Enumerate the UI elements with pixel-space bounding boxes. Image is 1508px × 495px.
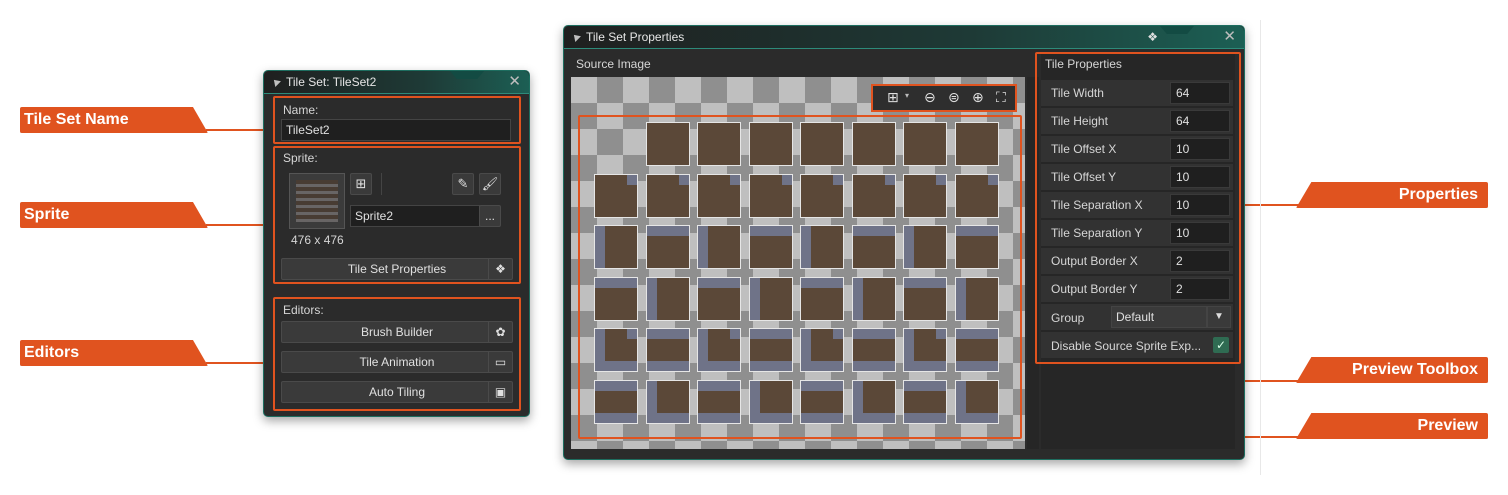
callout-line <box>1242 204 1302 206</box>
source-image-label: Source Image <box>576 57 651 71</box>
new-sprite-button[interactable]: ⊞ <box>350 173 372 195</box>
dropdown-arrow-icon[interactable]: ▾ <box>905 91 909 100</box>
tileset-properties-button[interactable]: Tile Set Properties ❖ <box>281 258 513 280</box>
group-select[interactable]: Default <box>1111 306 1207 328</box>
property-name: Tile Height <box>1051 114 1108 128</box>
sprite-thumbnail[interactable] <box>289 173 345 229</box>
sprite-image <box>296 180 338 222</box>
zoom-reset-icon[interactable]: ⊜ <box>948 89 960 106</box>
preview-toolbox: ⊞ ▾ ⊖ ⊜ ⊕ ⛶ <box>871 84 1017 112</box>
callout-editors: Editors <box>20 340 208 366</box>
property-row: Tile Width 64 <box>1041 80 1233 106</box>
callout-tile-set-name: Tile Set Name <box>20 107 208 133</box>
grid-icon[interactable]: ⊞ <box>887 89 899 106</box>
name-input[interactable]: TileSet2 <box>281 119 511 141</box>
separator <box>1260 20 1261 475</box>
property-row: Tile Separation Y 10 <box>1041 220 1233 246</box>
property-value-input[interactable]: 64 <box>1170 110 1230 132</box>
collapse-icon[interactable] <box>571 32 581 42</box>
disable-source-label: Disable Source Sprite Exp... <box>1051 339 1202 353</box>
property-name: Output Border X <box>1051 254 1138 268</box>
property-name: Tile Separation X <box>1051 198 1143 212</box>
zoom-in-icon[interactable]: ⊕ <box>972 89 984 106</box>
button-label: Brush Builder <box>360 325 434 339</box>
callout-sprite: Sprite <box>20 202 208 228</box>
close-icon[interactable]: ✕ <box>1223 26 1236 48</box>
preview-highlight <box>578 115 1022 439</box>
property-value-input[interactable]: 2 <box>1170 250 1230 272</box>
diamond-icon: ❖ <box>488 259 512 279</box>
property-row: Output Border X 2 <box>1041 248 1233 274</box>
diamond-icon: ❖ <box>1147 30 1158 44</box>
dropdown-arrow-icon[interactable]: ▼ <box>1207 306 1231 328</box>
sprite-name-field[interactable]: Sprite2 <box>350 205 480 227</box>
callout-properties: Properties <box>1296 182 1488 208</box>
divider <box>381 173 382 195</box>
window-title: Tile Set Properties <box>586 30 685 44</box>
sprite-size: 476 x 476 <box>291 233 344 247</box>
auto-tiling-button[interactable]: Auto Tiling ▣ <box>281 381 513 403</box>
property-name: Tile Separation Y <box>1051 226 1143 240</box>
callout-preview-toolbox: Preview Toolbox <box>1296 357 1488 383</box>
tileset-window-titlebar[interactable]: Tile Set: TileSet2 ✕ <box>264 71 529 94</box>
property-name: Tile Width <box>1051 86 1104 100</box>
flower-icon: ✿ <box>488 322 512 342</box>
window-title: Tile Set: TileSet2 <box>286 75 377 89</box>
property-value-input[interactable]: 2 <box>1170 278 1230 300</box>
tileset-window: Tile Set: TileSet2 ✕ Name: TileSet2 Spri… <box>263 70 530 417</box>
property-row: Tile Separation X 10 <box>1041 192 1233 218</box>
button-label: Tile Animation <box>359 355 435 369</box>
fit-screen-icon[interactable]: ⛶ <box>996 89 1006 106</box>
property-value-input[interactable]: 10 <box>1170 166 1230 188</box>
property-value-input[interactable]: 10 <box>1170 138 1230 160</box>
name-label: Name: <box>283 103 319 117</box>
property-row: Tile Height 64 <box>1041 108 1233 134</box>
property-row: Tile Offset X 10 <box>1041 136 1233 162</box>
edit-sprite-button[interactable]: ✎ <box>452 173 474 195</box>
animation-icon: ▭ <box>488 352 512 372</box>
group-label: Group <box>1051 311 1085 325</box>
pencil-icon: ✎ <box>457 176 469 191</box>
button-label: Auto Tiling <box>368 385 426 399</box>
property-row: Output Border Y 2 <box>1041 276 1233 302</box>
callout-preview: Preview <box>1296 413 1488 439</box>
checkmark-icon[interactable]: ✓ <box>1213 337 1229 353</box>
property-value-input[interactable]: 10 <box>1170 222 1230 244</box>
property-row: Tile Offset Y 10 <box>1041 164 1233 190</box>
property-name: Output Border Y <box>1051 282 1138 296</box>
sprite-label: Sprite: <box>283 151 318 165</box>
lock-icon: ▣ <box>488 382 512 402</box>
property-value-input[interactable]: 64 <box>1170 82 1230 104</box>
brush-icon: 🖌 <box>481 176 499 191</box>
sprite-browse-button[interactable]: ... <box>479 205 501 227</box>
plus-sprite-icon: ⊞ <box>355 176 367 191</box>
property-name: Tile Offset X <box>1051 142 1117 156</box>
property-name: Tile Offset Y <box>1051 170 1117 184</box>
tile-properties-label: Tile Properties <box>1045 57 1122 71</box>
collapse-icon[interactable] <box>271 77 281 87</box>
dock-notch <box>450 71 484 79</box>
properties-window-titlebar[interactable]: Tile Set Properties ❖ ✕ <box>564 26 1244 49</box>
dock-notch <box>1160 26 1194 34</box>
edit-image-button[interactable]: 🖌 <box>479 173 501 195</box>
tile-animation-button[interactable]: Tile Animation ▭ <box>281 351 513 373</box>
zoom-out-icon[interactable]: ⊖ <box>924 89 936 106</box>
property-value-input[interactable]: 10 <box>1170 194 1230 216</box>
close-icon[interactable]: ✕ <box>508 71 521 93</box>
button-label: Tile Set Properties <box>347 262 447 276</box>
brush-builder-button[interactable]: Brush Builder ✿ <box>281 321 513 343</box>
editors-label: Editors: <box>283 303 324 317</box>
